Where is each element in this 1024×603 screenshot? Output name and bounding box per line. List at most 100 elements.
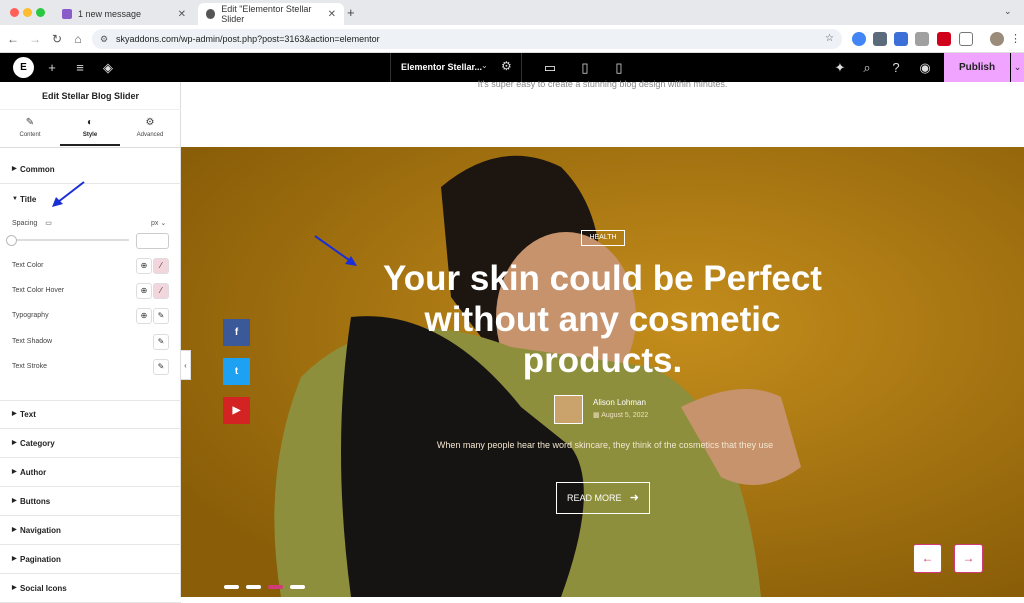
desktop-view-icon[interactable]: ▭ [538,53,562,82]
globe-icon[interactable]: ⊕ [136,283,152,299]
document-title: Elementor Stellar... [401,62,483,72]
mobile-view-icon[interactable]: ▯ [607,53,631,82]
page-settings-gear-icon[interactable]: ⚙ [501,59,512,73]
close-window-icon[interactable] [10,8,19,17]
previous-slide-button[interactable]: ← [913,544,942,573]
tab-content[interactable]: ✎ Content [0,112,60,146]
publish-button[interactable]: Publish [944,53,1010,82]
close-tab-icon[interactable]: ✕ [178,9,186,20]
collapse-panel-chevron-icon[interactable]: ‹ [181,350,191,380]
shield-extension-icon[interactable] [873,32,887,46]
elementor-logo-icon[interactable]: E [13,57,34,78]
notifications-icon[interactable]: ✦ [828,53,852,82]
section-title[interactable]: ▼ Title [0,185,181,214]
browser-tab-messages[interactable]: 1 new message ✕ [54,3,194,25]
twitter-icon[interactable]: t [223,358,250,385]
extension-icon[interactable] [915,32,929,46]
caret-right-icon: ▶ [12,556,17,562]
section-social-icons[interactable]: ▶ Social Icons [0,574,181,603]
section-text[interactable]: ▶ Text [0,400,181,429]
color-picker-swatch[interactable]: ⁄ [153,258,169,274]
author-name[interactable]: Alison Lohman [593,398,646,407]
section-label: Text [20,410,36,419]
bookmark-star-icon[interactable]: ☆ [825,29,834,49]
tab-style[interactable]: ◐ Style [60,112,120,146]
edit-pencil-icon[interactable]: ✎ [153,359,169,375]
section-buttons[interactable]: ▶ Buttons [0,487,181,516]
section-label: Category [20,439,55,448]
spacing-input[interactable] [136,233,169,249]
tab-label: Advanced [136,132,164,138]
divider [0,147,181,148]
caret-right-icon: ▶ [12,440,17,446]
section-label: Navigation [20,526,61,535]
post-date: ▦ August 5, 2022 [593,412,649,419]
structure-layers-icon[interactable]: ◈ [96,53,120,82]
canvas-intro-area: It's super easy to create a stunning blo… [181,79,1024,147]
section-label: Buttons [20,497,51,506]
document-title-area[interactable]: Elementor Stellar... ⌄ ⚙ [390,53,522,82]
new-tab-icon[interactable]: + [347,5,355,20]
globe-icon[interactable]: ⊕ [136,308,152,324]
reload-icon[interactable]: ↻ [49,31,65,47]
translate-extension-icon[interactable] [894,32,908,46]
browser-tab-bar: 1 new message ✕ Edit "Elementor Stellar … [0,0,1024,25]
profile-avatar[interactable] [990,32,1004,46]
color-picker-swatch[interactable]: ⁄ [153,283,169,299]
spacing-slider-track[interactable] [12,239,129,241]
extensions-puzzle-icon[interactable] [959,32,973,46]
next-slide-button[interactable]: → [954,544,983,573]
tab-advanced[interactable]: ⚙ Advanced [120,112,180,146]
tablet-view-icon[interactable]: ▯ [573,53,597,82]
minimize-window-icon[interactable] [23,8,32,17]
section-pagination[interactable]: ▶ Pagination [0,545,181,574]
chrome-extension-icon[interactable] [852,32,866,46]
panel-title: Edit Stellar Blog Slider [0,82,181,110]
publish-options-chevron-icon[interactable]: ⌄ [1010,53,1024,82]
text-color-label: Text Color [12,262,44,269]
url-field[interactable]: ⚙ skyaddons.com/wp-admin/post.php?post=3… [92,29,842,49]
tab-label: Edit "Elementor Stellar Slider [221,4,312,24]
browser-tab-elementor[interactable]: Edit "Elementor Stellar Slider ✕ [198,3,344,25]
category-badge[interactable]: HEALTH [581,230,625,246]
caret-down-icon: ▼ [12,196,18,202]
caret-right-icon: ▶ [12,498,17,504]
back-icon[interactable]: ← [5,31,21,47]
forward-icon[interactable]: → [27,31,43,47]
caret-right-icon: ▶ [12,411,17,417]
section-label: Social Icons [20,584,67,593]
site-info-icon[interactable]: ⚙ [100,29,108,49]
slide-title[interactable]: Your skin could be Perfect without any c… [350,258,855,381]
pagination-dot-active[interactable] [268,585,283,589]
tab-label: Style [82,132,98,138]
browser-menu-icon[interactable]: ⋮ [1010,32,1021,45]
chevron-down-icon[interactable]: ⌄ [481,61,488,70]
tab-list-icon[interactable]: ⌄ [1004,6,1012,17]
pagination-dot[interactable] [246,585,261,589]
facebook-icon[interactable]: f [223,319,250,346]
section-navigation[interactable]: ▶ Navigation [0,516,181,545]
pagination-dot[interactable] [224,585,239,589]
extension-icon[interactable] [937,32,951,46]
edit-pencil-icon[interactable]: ✎ [153,334,169,350]
maximize-window-icon[interactable] [36,8,45,17]
search-icon[interactable]: ⌕ [855,53,879,82]
text-shadow-label: Text Shadow [12,338,53,345]
edit-pencil-icon[interactable]: ✎ [153,308,169,324]
home-icon[interactable]: ⌂ [70,31,86,47]
preview-eye-icon[interactable]: ◉ [913,53,937,82]
section-author[interactable]: ▶ Author [0,458,181,487]
pagination-dot[interactable] [290,585,305,589]
section-category[interactable]: ▶ Category [0,429,181,458]
youtube-icon[interactable]: ▶ [223,397,250,424]
spacing-slider-handle[interactable] [6,235,17,246]
globe-icon[interactable]: ⊕ [136,258,152,274]
help-icon[interactable]: ? [884,53,908,82]
unit-select[interactable]: px ⌄ [151,219,166,227]
section-common[interactable]: ▶ Common [0,155,181,184]
read-more-button[interactable]: READ MORE ➜ [556,482,650,514]
site-settings-icon[interactable]: ≡ [68,53,92,82]
editor-panel: Edit Stellar Blog Slider ✎ Content ◐ Sty… [0,82,181,603]
close-tab-icon[interactable]: ✕ [328,9,336,20]
add-element-icon[interactable]: + [40,53,64,82]
